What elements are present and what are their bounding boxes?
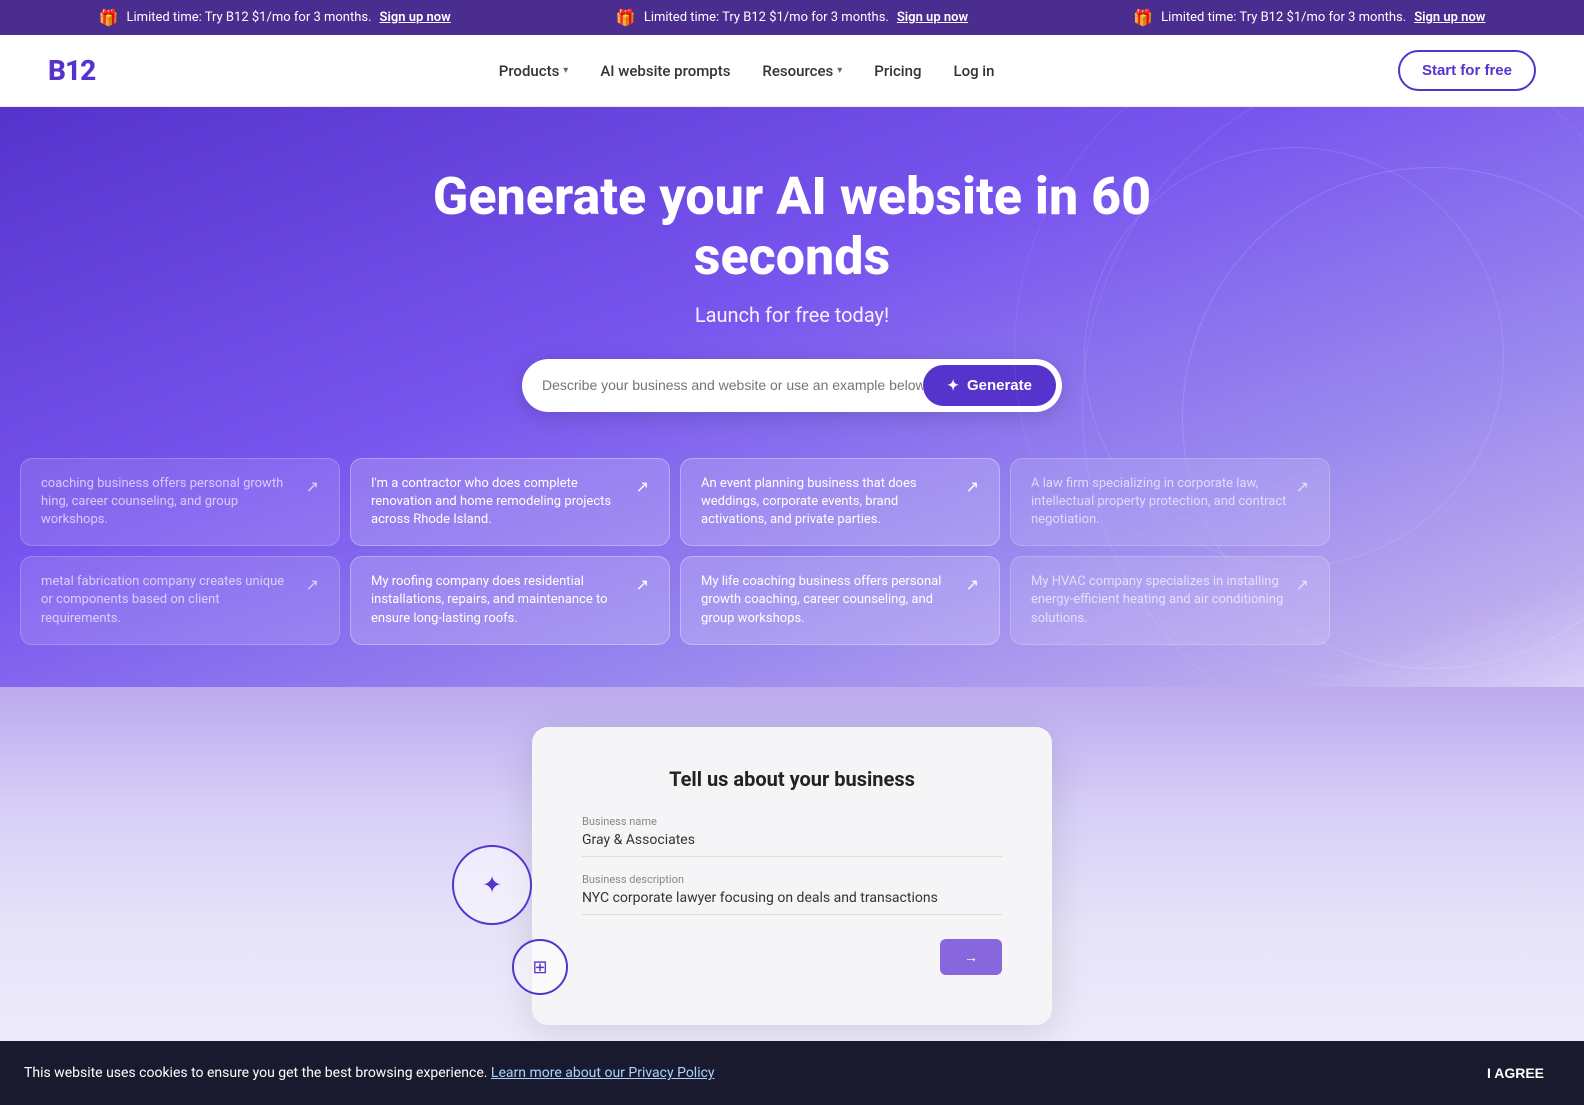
cards-row-1: coaching business offers personal growth… bbox=[20, 458, 1564, 547]
search-bar[interactable]: ✦ Generate bbox=[522, 359, 1062, 412]
nav-item-pricing[interactable]: Pricing bbox=[874, 62, 921, 80]
nav-item-ai-prompts[interactable]: AI website prompts bbox=[600, 62, 730, 80]
card-text: My life coaching business offers persona… bbox=[701, 573, 958, 628]
nav-pricing-label: Pricing bbox=[874, 62, 921, 80]
nav-item-resources[interactable]: Resources ▾ bbox=[762, 62, 842, 80]
arrow-icon: ↗ bbox=[636, 477, 649, 496]
card-text: metal fabrication company creates unique… bbox=[41, 573, 298, 628]
nav-login-label: Log in bbox=[953, 62, 994, 80]
cookie-message: This website uses cookies to ensure you … bbox=[24, 1065, 487, 1081]
arrow-icon: ↗ bbox=[306, 575, 319, 594]
hero-title: Generate your AI website in 60 seconds bbox=[402, 167, 1182, 287]
nav-links: Products ▾ AI website prompts Resources … bbox=[499, 62, 995, 80]
nav-products-label: Products bbox=[499, 62, 560, 80]
card-row1-2[interactable]: An event planning business that does wed… bbox=[680, 458, 1000, 547]
banner-item-1: 🎁 Limited time: Try B12 $1/mo for 3 mont… bbox=[99, 8, 451, 27]
privacy-policy-link[interactable]: Learn more about our Privacy Policy bbox=[491, 1065, 715, 1081]
generate-label: Generate bbox=[967, 377, 1032, 394]
card-text: coaching business offers personal growth… bbox=[41, 475, 298, 530]
card-row1-3[interactable]: A law firm specializing in corporate law… bbox=[1010, 458, 1330, 547]
cookie-banner: This website uses cookies to ensure you … bbox=[0, 1041, 1584, 1105]
banner-item-3: 🎁 Limited time: Try B12 $1/mo for 3 mont… bbox=[1133, 8, 1485, 27]
arrow-icon: ↗ bbox=[966, 575, 979, 594]
banner-cta-3[interactable]: Sign up now bbox=[1414, 10, 1485, 25]
card-text: My HVAC company specializes in installin… bbox=[1031, 573, 1288, 628]
top-banner: 🎁 Limited time: Try B12 $1/mo for 3 mont… bbox=[0, 0, 1584, 35]
card-text: A law firm specializing in corporate law… bbox=[1031, 475, 1288, 530]
business-desc-value: NYC corporate lawyer focusing on deals a… bbox=[582, 890, 1002, 915]
banner-item-2: 🎁 Limited time: Try B12 $1/mo for 3 mont… bbox=[616, 8, 968, 27]
banner-cta-2[interactable]: Sign up now bbox=[897, 10, 968, 25]
business-desc-label: Business description bbox=[582, 873, 1002, 886]
chevron-down-icon: ▾ bbox=[563, 65, 568, 76]
sparkle-circle: ✦ bbox=[452, 845, 532, 925]
example-cards: coaching business offers personal growth… bbox=[20, 458, 1564, 645]
logo[interactable]: B12 bbox=[48, 54, 95, 87]
card-row2-1[interactable]: My roofing company does residential inst… bbox=[350, 556, 670, 645]
arrow-icon: ↗ bbox=[1296, 575, 1309, 594]
business-name-value: Gray & Associates bbox=[582, 832, 1002, 857]
arrow-icon: ↗ bbox=[636, 575, 649, 594]
nav-resources-label: Resources bbox=[762, 62, 833, 80]
navbar: B12 Products ▾ AI website prompts Resour… bbox=[0, 35, 1584, 107]
card-row2-2[interactable]: My life coaching business offers persona… bbox=[680, 556, 1000, 645]
preview-next-button[interactable]: → bbox=[940, 939, 1002, 975]
sparkle-icon: ✦ bbox=[482, 871, 502, 899]
hero-subtitle: Launch for free today! bbox=[695, 303, 889, 327]
generate-button[interactable]: ✦ Generate bbox=[923, 365, 1056, 406]
banner-text-1: Limited time: Try B12 $1/mo for 3 months… bbox=[127, 10, 372, 25]
nav-ai-label: AI website prompts bbox=[600, 62, 730, 80]
arrow-icon: ↗ bbox=[306, 477, 319, 496]
cards-row-2: metal fabrication company creates unique… bbox=[20, 556, 1564, 645]
card-row2-3[interactable]: My HVAC company specializes in installin… bbox=[1010, 556, 1330, 645]
table-circle: ⊞ bbox=[512, 939, 568, 995]
gift-icon-1: 🎁 bbox=[99, 8, 119, 27]
nav-item-login[interactable]: Log in bbox=[953, 62, 994, 80]
card-text: I'm a contractor who does complete renov… bbox=[371, 475, 628, 530]
gift-icon-2: 🎁 bbox=[616, 8, 636, 27]
nav-item-products[interactable]: Products ▾ bbox=[499, 62, 569, 80]
hero-circle-decoration-1 bbox=[1084, 147, 1504, 567]
start-for-free-button[interactable]: Start for free bbox=[1398, 50, 1536, 91]
gift-icon-3: 🎁 bbox=[1133, 8, 1153, 27]
cookie-text: This website uses cookies to ensure you … bbox=[24, 1065, 1471, 1081]
banner-text-2: Limited time: Try B12 $1/mo for 3 months… bbox=[644, 10, 889, 25]
banner-text-3: Limited time: Try B12 $1/mo for 3 months… bbox=[1161, 10, 1406, 25]
hero-section: Generate your AI website in 60 seconds L… bbox=[0, 107, 1584, 687]
preview-card: ✦ ⊞ Tell us about your business Business… bbox=[532, 727, 1052, 1025]
star-icon: ✦ bbox=[947, 377, 959, 394]
business-name-label: Business name bbox=[582, 815, 1002, 828]
search-input[interactable] bbox=[542, 365, 923, 406]
arrow-icon: ↗ bbox=[966, 477, 979, 496]
preview-title: Tell us about your business bbox=[582, 767, 1002, 791]
card-row2-0[interactable]: metal fabrication company creates unique… bbox=[20, 556, 340, 645]
table-icon: ⊞ bbox=[532, 957, 547, 978]
banner-cta-1[interactable]: Sign up now bbox=[380, 10, 451, 25]
card-text: My roofing company does residential inst… bbox=[371, 573, 628, 628]
cookie-agree-button[interactable]: I AGREE bbox=[1471, 1057, 1560, 1089]
card-row1-0[interactable]: coaching business offers personal growth… bbox=[20, 458, 340, 547]
card-text: An event planning business that does wed… bbox=[701, 475, 958, 530]
card-row1-1[interactable]: I'm a contractor who does complete renov… bbox=[350, 458, 670, 547]
arrow-icon: ↗ bbox=[1296, 477, 1309, 496]
chevron-down-icon-2: ▾ bbox=[837, 65, 842, 76]
